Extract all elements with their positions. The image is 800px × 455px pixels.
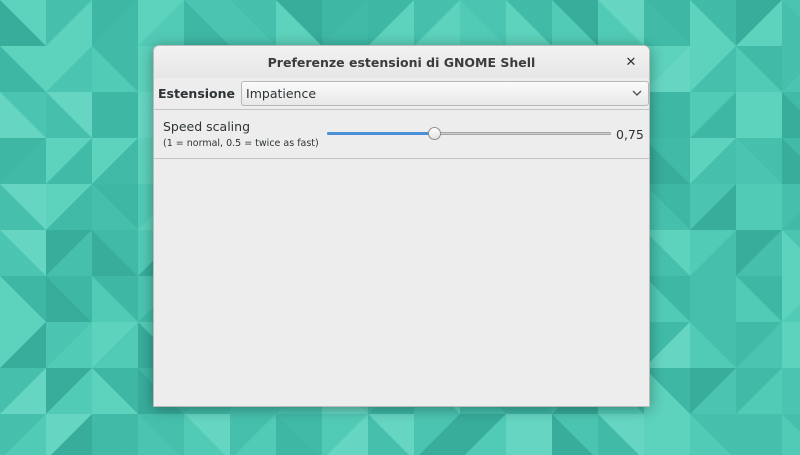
speed-scaling-value: 0,75 bbox=[616, 127, 644, 142]
speed-scaling-slider[interactable] bbox=[327, 127, 611, 141]
speed-scaling-description: (1 = normal, 0.5 = twice as fast) bbox=[163, 138, 319, 149]
extension-label: Estensione bbox=[158, 86, 236, 101]
slider-fill bbox=[327, 132, 435, 135]
speed-scaling-title: Speed scaling bbox=[163, 119, 251, 134]
close-button[interactable]: ✕ bbox=[622, 53, 640, 71]
close-icon: ✕ bbox=[625, 54, 637, 70]
titlebar: Preferenze estensioni di GNOME Shell ✕ bbox=[154, 46, 649, 78]
chevron-down-icon bbox=[632, 90, 642, 96]
extension-selector-row: Estensione Impatience bbox=[154, 78, 649, 110]
desktop: Preferenze estensioni di GNOME Shell ✕ E… bbox=[0, 0, 800, 455]
speed-scaling-row: Speed scaling (1 = normal, 0.5 = twice a… bbox=[154, 110, 649, 159]
window-title: Preferenze estensioni di GNOME Shell bbox=[267, 54, 536, 70]
slider-knob[interactable] bbox=[427, 127, 441, 140]
preferences-window: Preferenze estensioni di GNOME Shell ✕ E… bbox=[153, 45, 650, 407]
extension-combobox-value: Impatience bbox=[246, 86, 317, 101]
extension-combobox[interactable]: Impatience bbox=[241, 81, 649, 106]
